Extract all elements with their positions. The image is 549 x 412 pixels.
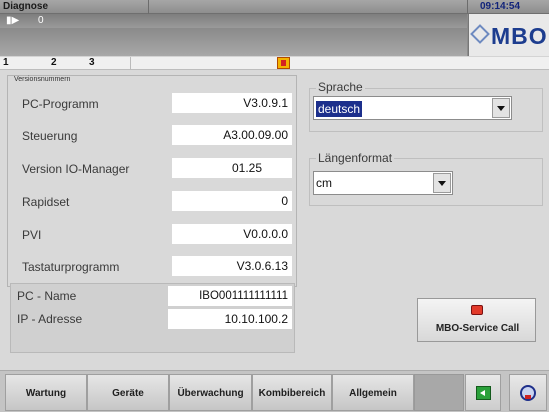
logo-mark-icon [470, 24, 490, 44]
version-label-pc-programm: PC-Programm [22, 97, 99, 111]
title-separator [148, 0, 149, 14]
chevron-down-icon[interactable] [433, 173, 451, 193]
network-group: PC - Name IBO001111111111 IP - Adresse 1… [10, 283, 295, 353]
exit-icon [476, 386, 491, 400]
version-label-steuerung: Steuerung [22, 129, 78, 143]
nav-geraete-button[interactable]: Geräte [87, 374, 169, 411]
logo-text: MBO [491, 23, 548, 49]
progress-row: ▮▶ 0 [0, 14, 467, 28]
version-label-pvi: PVI [22, 228, 42, 242]
version-label-tastaturprogramm: Tastaturprogramm [22, 260, 120, 274]
page-tab-row: 1 2 3 [0, 57, 549, 70]
nav-wartung-button[interactable]: Wartung [5, 374, 87, 411]
tab-3[interactable]: 3 [89, 57, 95, 68]
window-title: Diagnose [3, 1, 49, 12]
bottom-nav: Wartung Geräte Überwachung Kombibereich … [0, 370, 549, 412]
title-separator [467, 0, 468, 14]
help-button[interactable] [509, 374, 547, 411]
top-bar: Diagnose 09:14:54 ▮▶ 0 MBO [0, 0, 549, 56]
versions-caption: Versionsnummern [14, 76, 71, 83]
clock: 09:14:54 [480, 1, 521, 12]
pc-name-value: IBO001111111111 [168, 286, 292, 306]
progress-value: 0 [38, 15, 44, 26]
version-label-io-manager: Version IO-Manager [22, 162, 130, 176]
service-call-label: MBO-Service Call [435, 323, 520, 334]
tab-1[interactable]: 1 [3, 57, 9, 68]
exit-button[interactable] [465, 374, 501, 411]
service-call-button[interactable]: MBO-Service Call [417, 298, 536, 342]
mbo-logo: MBO [468, 14, 549, 56]
versions-group: Versionsnummern PC-Programm V3.0.9.1 Ste… [7, 75, 297, 287]
nav-kombibereich-button[interactable]: Kombibereich [252, 374, 332, 411]
version-label-rapidset: Rapidset [22, 195, 70, 209]
length-format-selected-value: cm [316, 176, 332, 190]
play-arrow-icon: ▮▶ [6, 15, 20, 26]
tab-separator [130, 57, 131, 70]
main-content: Versionsnummern PC-Programm V3.0.9.1 Ste… [0, 70, 549, 370]
ip-address-value: 10.10.100.2 [168, 309, 292, 329]
version-value-pvi: V0.0.0.0 [172, 224, 292, 244]
length-format-label: Längenformat [316, 151, 395, 165]
version-value-rapidset: 0 [172, 191, 292, 211]
tab-2[interactable]: 2 [51, 57, 57, 68]
nav-allgemein-button[interactable]: Allgemein [332, 374, 414, 411]
language-label: Sprache [316, 80, 365, 94]
length-format-select[interactable]: cm [313, 171, 453, 195]
phone-icon [471, 305, 483, 315]
help-icon [520, 385, 536, 401]
pc-name-label: PC - Name [17, 289, 77, 303]
version-value-pc-programm: V3.0.9.1 [172, 93, 292, 113]
title-row: Diagnose 09:14:54 [0, 0, 549, 14]
version-value-io-manager: 01.25 [172, 158, 292, 178]
language-select[interactable]: deutsch [313, 96, 512, 120]
version-value-tastaturprogramm: V3.0.6.13 [172, 256, 292, 276]
version-value-steuerung: A3.00.09.00 [172, 125, 292, 145]
chevron-down-icon[interactable] [492, 98, 510, 118]
warning-icon[interactable] [277, 57, 290, 69]
nav-empty-slot [414, 374, 464, 411]
language-selected-value: deutsch [316, 101, 363, 117]
ip-address-label: IP - Adresse [17, 312, 83, 326]
status-area [0, 28, 467, 56]
nav-ueberwachung-button[interactable]: Überwachung [169, 374, 252, 411]
